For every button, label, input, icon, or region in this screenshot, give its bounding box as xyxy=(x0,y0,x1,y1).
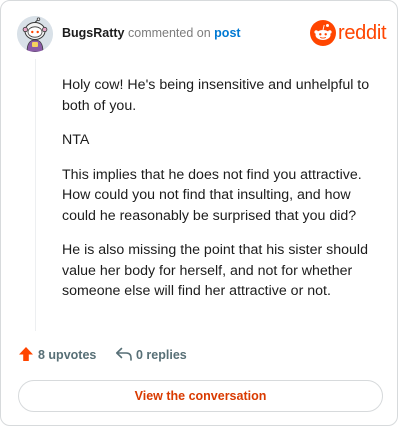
reddit-wordmark: reddit xyxy=(338,22,387,44)
thread-line xyxy=(35,59,36,331)
comment-header: BugsRatty commented on post reddit xyxy=(17,15,387,53)
upvote-arrow-icon xyxy=(19,347,33,361)
comment-paragraph: This implies that he does not find you a… xyxy=(62,166,362,224)
post-link[interactable]: post xyxy=(214,26,240,40)
snoo-avatar-icon[interactable] xyxy=(17,16,53,52)
reddit-logo[interactable]: reddit xyxy=(310,19,387,47)
reddit-snoo-icon xyxy=(310,20,336,46)
comment-embed-card: BugsRatty commented on post reddit Holy … xyxy=(0,0,398,426)
reply-arrow-icon xyxy=(116,347,132,361)
action-text: commented on xyxy=(128,26,211,40)
view-conversation-button[interactable]: View the conversation xyxy=(18,380,383,412)
upvotes-count: 8 upvotes xyxy=(38,348,97,362)
upvotes-button[interactable]: 8 upvotes xyxy=(18,345,98,365)
username-link[interactable]: BugsRatty xyxy=(62,26,125,40)
comment-paragraph: Holy cow! He's being insensitive and unh… xyxy=(62,77,370,114)
replies-button[interactable]: 0 replies xyxy=(115,345,195,365)
comment-paragraph: He is also missing the point that his si… xyxy=(62,242,368,299)
comment-body: Holy cow! He's being insensitive and unh… xyxy=(62,75,380,316)
comment-paragraph: NTA xyxy=(62,132,90,148)
comment-meta: BugsRatty commented on post xyxy=(62,26,241,40)
replies-count: 0 replies xyxy=(136,348,187,362)
